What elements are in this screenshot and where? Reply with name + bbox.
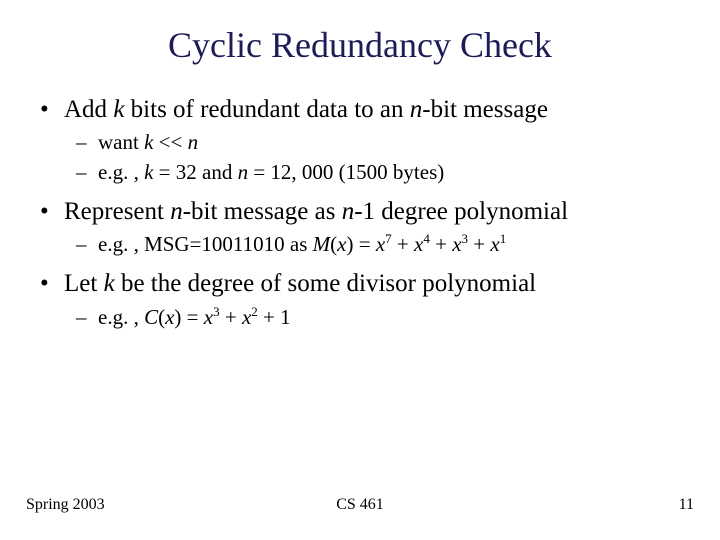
text: e.g. , (98, 305, 144, 329)
bullet-1: Add k bits of redundant data to an n-bit… (64, 94, 698, 186)
text: 1 (280, 305, 291, 329)
var-x: x (490, 232, 499, 256)
text: e.g. , MSG=10011010 as (98, 232, 313, 256)
var-n: n (342, 198, 355, 225)
bullet-1-1: want k << n (98, 129, 698, 156)
var-x: x (376, 232, 385, 256)
var-C: C (144, 305, 158, 329)
bullet-3-1: e.g. , C(x) = x3 + x2 + 1 (98, 304, 698, 331)
var-n: n (170, 198, 183, 225)
var-x: x (242, 305, 251, 329)
var-n: n (238, 160, 249, 184)
var-k: k (144, 160, 153, 184)
text: + (468, 232, 490, 256)
sub-list: e.g. , C(x) = x3 + x2 + 1 (64, 304, 698, 331)
text: << (153, 130, 187, 154)
text: be the degree of some divisor polynomial (115, 270, 536, 297)
var-n: n (410, 96, 423, 123)
text: = (181, 305, 203, 329)
text: want (98, 130, 144, 154)
exp: 1 (500, 231, 507, 246)
text: + (220, 305, 242, 329)
bullet-2: Represent n-bit message as n-1 degree po… (64, 196, 698, 259)
var-x: x (452, 232, 461, 256)
var-k: k (104, 270, 115, 297)
text: + (430, 232, 452, 256)
text: -bit message as (183, 198, 342, 225)
bullet-list: Add k bits of redundant data to an n-bit… (22, 94, 698, 331)
footer: Spring 2003 CS 461 11 (0, 496, 720, 514)
bullet-1-2: e.g. , k = 32 and n = 12, 000 (1500 byte… (98, 159, 698, 186)
var-x: x (204, 305, 213, 329)
footer-center: CS 461 (26, 496, 694, 514)
var-n: n (188, 130, 199, 154)
footer-left: Spring 2003 (26, 496, 105, 514)
var-k: k (113, 96, 124, 123)
text: -bit message (422, 96, 548, 123)
sub-list: e.g. , MSG=10011010 as M(x) = x7 + x4 + … (64, 231, 698, 258)
slide: Cyclic Redundancy Check Add k bits of re… (0, 0, 720, 540)
text: Let (64, 270, 104, 297)
text: -1 degree polynomial (354, 198, 568, 225)
bullet-2-1: e.g. , MSG=10011010 as M(x) = x7 + x4 + … (98, 231, 698, 258)
var-k: k (144, 130, 153, 154)
text: = (353, 232, 375, 256)
text: = 32 and (153, 160, 237, 184)
footer-right: 11 (679, 496, 694, 514)
sub-list: want k << n e.g. , k = 32 and n = 12, 00… (64, 129, 698, 186)
text: Add (64, 96, 113, 123)
slide-title: Cyclic Redundancy Check (22, 24, 698, 66)
text: bits of redundant data to an (124, 96, 409, 123)
bullet-3: Let k be the degree of some divisor poly… (64, 268, 698, 331)
text: e.g. , (98, 160, 144, 184)
text: + (392, 232, 414, 256)
text: + (258, 305, 280, 329)
var-M: M (313, 232, 331, 256)
var-x: x (414, 232, 423, 256)
text: Represent (64, 198, 170, 225)
text: = 12, 000 (1500 bytes) (248, 160, 444, 184)
